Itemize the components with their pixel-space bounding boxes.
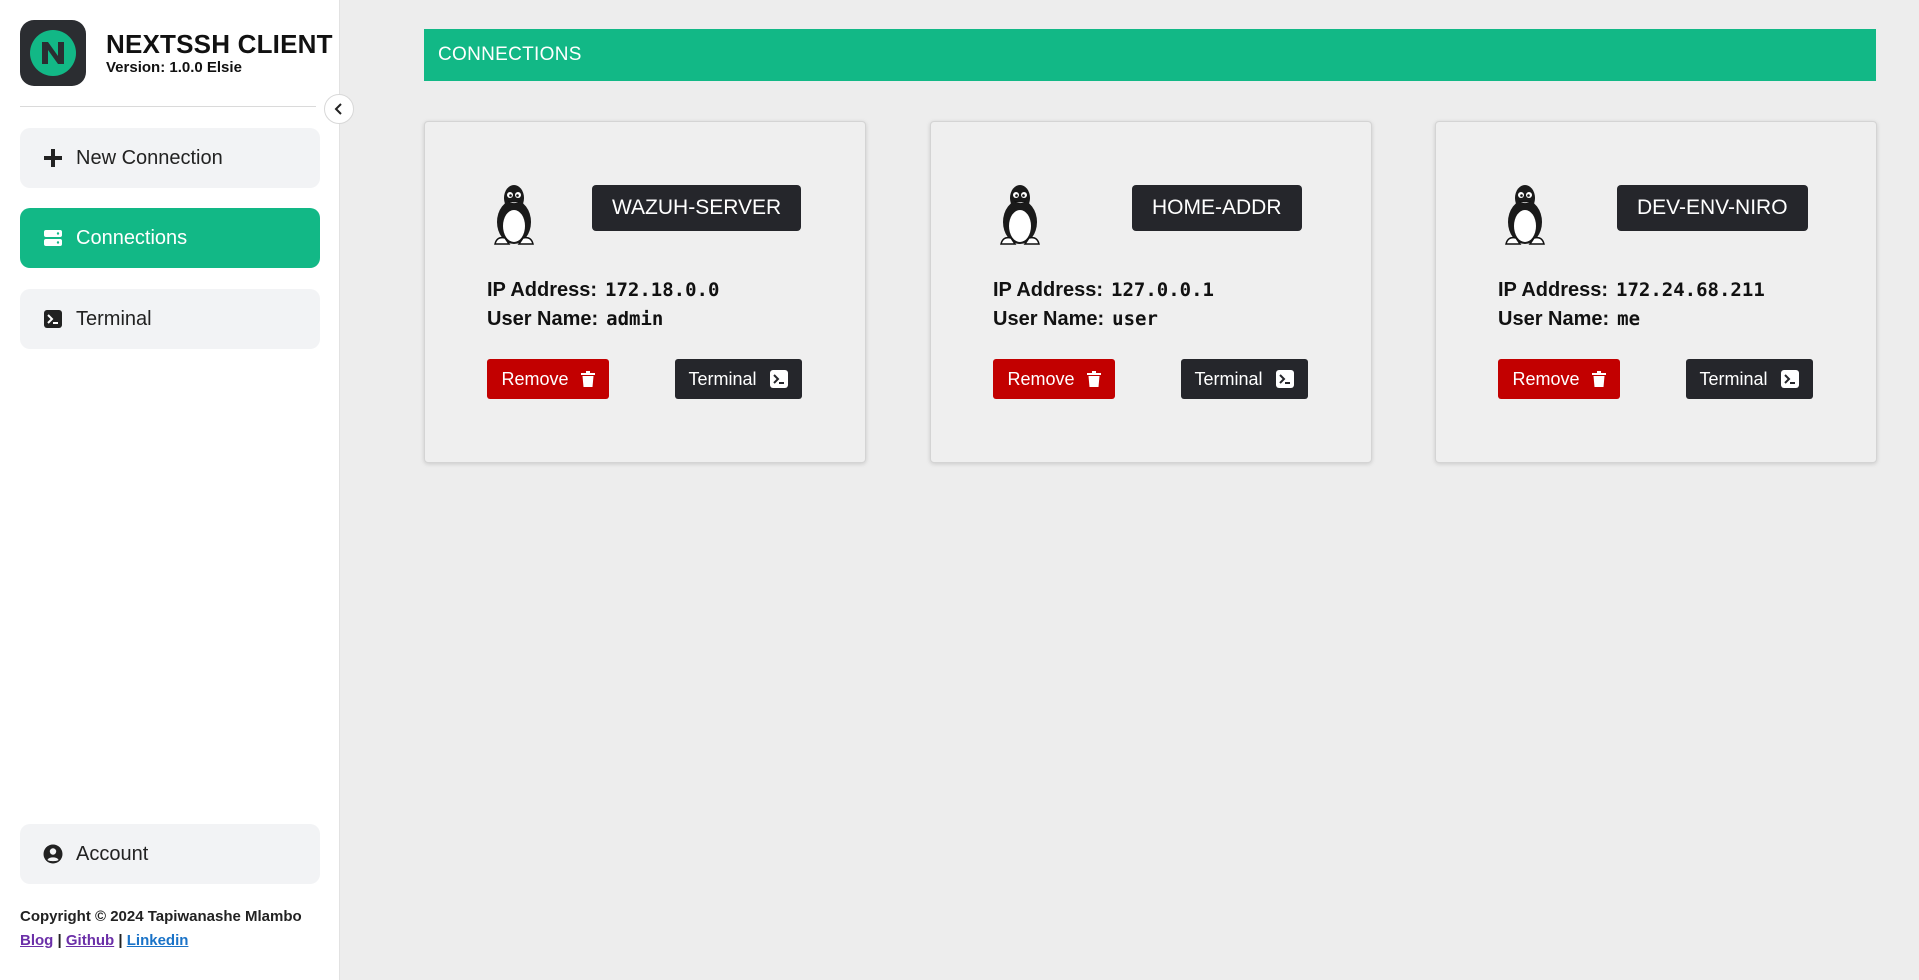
user-name-row: User Name: admin — [487, 308, 663, 331]
app-version: Version: 1.0.0 Elsie — [106, 59, 242, 76]
linux-penguin-icon — [494, 184, 534, 245]
sidebar-item-label: Connections — [76, 226, 188, 249]
user-name-label: User Name: — [993, 308, 1105, 330]
linux-penguin-icon — [1505, 184, 1545, 245]
sidebar-item-account[interactable]: Account — [20, 824, 320, 884]
terminal-icon — [42, 308, 64, 330]
user-name-label: User Name: — [487, 308, 599, 330]
sidebar-item-label: New Connection — [76, 146, 223, 169]
user-name-label: User Name: — [1498, 308, 1610, 330]
ip-address-value: 127.0.0.1 — [1111, 279, 1214, 301]
trash-icon — [1086, 371, 1101, 387]
ip-address-value: 172.24.68.211 — [1616, 279, 1765, 301]
terminal-button-label: Terminal — [688, 368, 757, 389]
open-terminal-button[interactable]: Terminal — [1181, 359, 1308, 399]
connection-name-badge: HOME-ADDR — [1132, 185, 1302, 231]
terminal-button-label: Terminal — [1699, 368, 1768, 389]
ip-address-row: IP Address: 172.24.68.211 — [1498, 279, 1765, 302]
ip-address-label: IP Address: — [1498, 279, 1609, 301]
linkedin-link[interactable]: Linkedin — [127, 932, 189, 949]
terminal-icon — [769, 369, 789, 389]
remove-button-label: Remove — [1512, 368, 1580, 389]
connection-name-badge: DEV-ENV-NIRO — [1617, 185, 1808, 231]
sidebar-item-connections[interactable]: Connections — [20, 208, 320, 268]
ip-address-label: IP Address: — [487, 279, 598, 301]
trash-icon — [580, 371, 595, 387]
link-separator: | — [57, 932, 62, 949]
app-title: NEXTSSH CLIENT — [106, 29, 333, 59]
user-name-row: User Name: me — [1498, 308, 1640, 331]
linux-penguin-icon — [1000, 184, 1040, 245]
open-terminal-button[interactable]: Terminal — [1686, 359, 1813, 399]
connection-card: DEV-ENV-NIRO IP Address: 172.24.68.211 Us… — [1435, 121, 1877, 463]
terminal-icon — [1780, 369, 1800, 389]
blog-link[interactable]: Blog — [20, 932, 53, 949]
sidebar-item-label: Terminal — [76, 307, 152, 330]
link-separator: | — [118, 932, 123, 949]
trash-icon — [1591, 371, 1606, 387]
connection-name-badge: WAZUH-SERVER — [592, 185, 802, 231]
remove-button[interactable]: Remove — [993, 359, 1115, 399]
sidebar-item-terminal[interactable]: Terminal — [20, 289, 320, 349]
remove-button[interactable]: Remove — [487, 359, 609, 399]
sidebar-item-new-connection[interactable]: New Connection — [20, 128, 320, 188]
connection-card: WAZUH-SERVER IP Address: 172.18.0.0 User … — [424, 121, 866, 463]
ip-address-value: 172.18.0.0 — [605, 279, 720, 301]
brand: NEXTSSH CLIENT Version: 1.0.0 Elsie — [20, 20, 333, 86]
chevron-left-icon — [334, 103, 342, 115]
collapse-sidebar-button[interactable] — [324, 94, 354, 124]
connection-card: HOME-ADDR IP Address: 127.0.0.1 User Name… — [930, 121, 1372, 463]
ip-address-row: IP Address: 172.18.0.0 — [487, 279, 719, 302]
page-header: CONNECTIONS — [424, 29, 1876, 81]
remove-button-label: Remove — [1007, 368, 1075, 389]
user-name-value: admin — [606, 308, 664, 330]
ip-address-label: IP Address: — [993, 279, 1104, 301]
sidebar-item-label: Account — [76, 842, 149, 865]
remove-button[interactable]: Remove — [1498, 359, 1620, 399]
github-link[interactable]: Github — [66, 932, 114, 949]
terminal-icon — [1275, 369, 1295, 389]
user-name-value: me — [1617, 308, 1641, 330]
server-icon — [42, 227, 64, 249]
logo-n-icon — [42, 42, 64, 64]
plus-icon — [42, 147, 64, 169]
footer-links: Blog | Github | Linkedin — [20, 932, 188, 949]
user-circle-icon — [42, 843, 64, 865]
user-name-row: User Name: user — [993, 308, 1158, 331]
app-logo — [20, 20, 86, 86]
ip-address-row: IP Address: 127.0.0.1 — [993, 279, 1214, 302]
copyright-text: Copyright © 2024 Tapiwanashe Mlambo — [20, 908, 302, 925]
sidebar-divider — [20, 106, 316, 107]
user-name-value: user — [1112, 308, 1158, 330]
remove-button-label: Remove — [501, 368, 569, 389]
sidebar: NEXTSSH CLIENT Version: 1.0.0 Elsie New … — [0, 0, 340, 980]
open-terminal-button[interactable]: Terminal — [675, 359, 802, 399]
page-title: CONNECTIONS — [438, 44, 582, 65]
terminal-button-label: Terminal — [1194, 368, 1263, 389]
